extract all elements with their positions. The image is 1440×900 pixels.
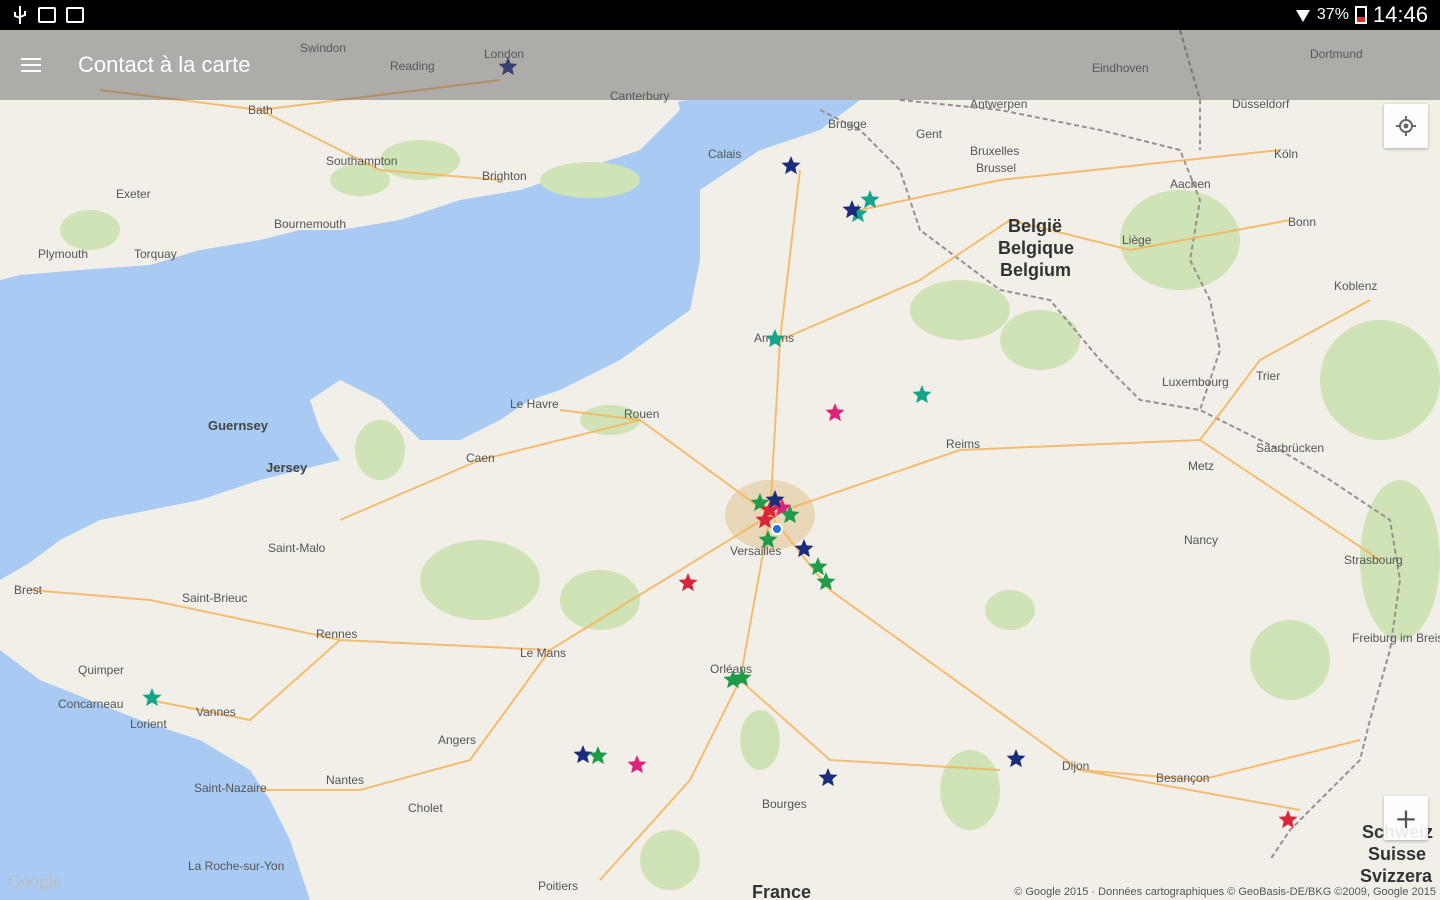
wifi-icon: [1295, 10, 1310, 22]
my-location-button[interactable]: [1384, 104, 1428, 148]
label-torquay: Torquay: [134, 247, 177, 261]
label-brussel: Brussel: [976, 161, 1016, 175]
label-jersey: Jersey: [266, 460, 308, 475]
label-calais: Calais: [708, 147, 741, 161]
label-strasbourg: Strasbourg: [1344, 553, 1403, 567]
label-brest: Brest: [14, 583, 43, 597]
label-quimper: Quimper: [78, 663, 124, 677]
label-caen: Caen: [466, 451, 495, 465]
usb-icon: [14, 6, 26, 24]
label-le-mans: Le Mans: [520, 646, 566, 660]
map-canvas[interactable]: London Reading Swindon Bath Southampton …: [0, 30, 1440, 900]
label-angers: Angers: [438, 733, 476, 747]
label-dijon: Dijon: [1062, 759, 1089, 773]
label-orleans: Orléans: [710, 662, 752, 676]
label-belgique: Belgique: [998, 238, 1074, 258]
label-belgie: België: [1008, 216, 1062, 236]
label-suisse: Suisse: [1368, 844, 1426, 864]
app-bar: Contact à la carte: [0, 30, 1440, 100]
label-plymouth: Plymouth: [38, 247, 88, 261]
app-title: Contact à la carte: [78, 52, 251, 77]
label-aachen: Aachen: [1170, 177, 1211, 191]
label-koblenz: Koblenz: [1334, 279, 1377, 293]
label-brighton: Brighton: [482, 169, 527, 183]
label-vannes: Vannes: [196, 705, 236, 719]
label-cholet: Cholet: [408, 801, 443, 815]
label-guernsey: Guernsey: [208, 418, 269, 433]
label-saint-nazaire: Saint-Nazaire: [194, 781, 267, 795]
label-freiburg: Freiburg im Breisgau: [1352, 631, 1440, 645]
label-bonn: Bonn: [1288, 215, 1316, 229]
menu-icon[interactable]: [21, 45, 61, 85]
label-rennes: Rennes: [316, 627, 357, 641]
status-icons-right: 37% 14:46: [1295, 2, 1428, 28]
map-attribution[interactable]: © Google 2015 · Données cartographiques …: [1014, 886, 1436, 898]
label-nancy: Nancy: [1184, 533, 1218, 547]
label-bruxelles: Bruxelles: [970, 144, 1019, 158]
label-gent: Gent: [916, 127, 943, 141]
status-bar: 37% 14:46: [0, 0, 1440, 30]
label-concarneau: Concarneau: [58, 697, 123, 711]
clock: 14:46: [1372, 2, 1428, 27]
gallery-icon: [38, 7, 56, 23]
battery-icon: [1354, 6, 1367, 24]
battery-percent: 37%: [1316, 6, 1349, 23]
label-koln: Köln: [1274, 147, 1298, 161]
google-logo: Google: [8, 871, 61, 891]
label-luxembourg: Luxembourg: [1162, 375, 1229, 389]
label-southampton: Southampton: [326, 154, 397, 168]
label-le-havre: Le Havre: [510, 397, 559, 411]
label-saint-brieuc: Saint-Brieuc: [182, 591, 247, 605]
my-location-icon: [1396, 116, 1416, 136]
label-bournemouth: Bournemouth: [274, 217, 346, 231]
photos-icon: [66, 7, 84, 23]
current-location-dot: [771, 523, 783, 535]
label-saarbrucken: Saarbrücken: [1256, 441, 1324, 455]
zoom-in-button[interactable]: +: [1384, 796, 1428, 840]
label-la-roche-sur-yon: La Roche-sur-Yon: [188, 859, 284, 873]
label-reims: Reims: [946, 437, 980, 451]
label-trier: Trier: [1256, 369, 1280, 383]
label-nantes: Nantes: [326, 773, 364, 787]
label-brugge: Brugge: [828, 117, 867, 131]
label-lorient: Lorient: [130, 717, 167, 731]
label-rouen: Rouen: [624, 407, 659, 421]
label-besancon: Besançon: [1156, 771, 1209, 785]
label-france: France: [752, 882, 811, 900]
label-bath: Bath: [248, 103, 273, 117]
label-versailles: Versailles: [730, 544, 781, 558]
label-liege: Liège: [1122, 233, 1152, 247]
label-saint-malo: Saint-Malo: [268, 541, 326, 555]
label-exeter: Exeter: [116, 187, 151, 201]
label-bourges: Bourges: [762, 797, 807, 811]
label-poitiers: Poitiers: [538, 879, 578, 893]
status-icons-left: [12, 6, 84, 24]
label-belgium: Belgium: [1000, 260, 1071, 280]
label-metz: Metz: [1188, 459, 1214, 473]
label-svizzera: Svizzera: [1360, 866, 1433, 886]
